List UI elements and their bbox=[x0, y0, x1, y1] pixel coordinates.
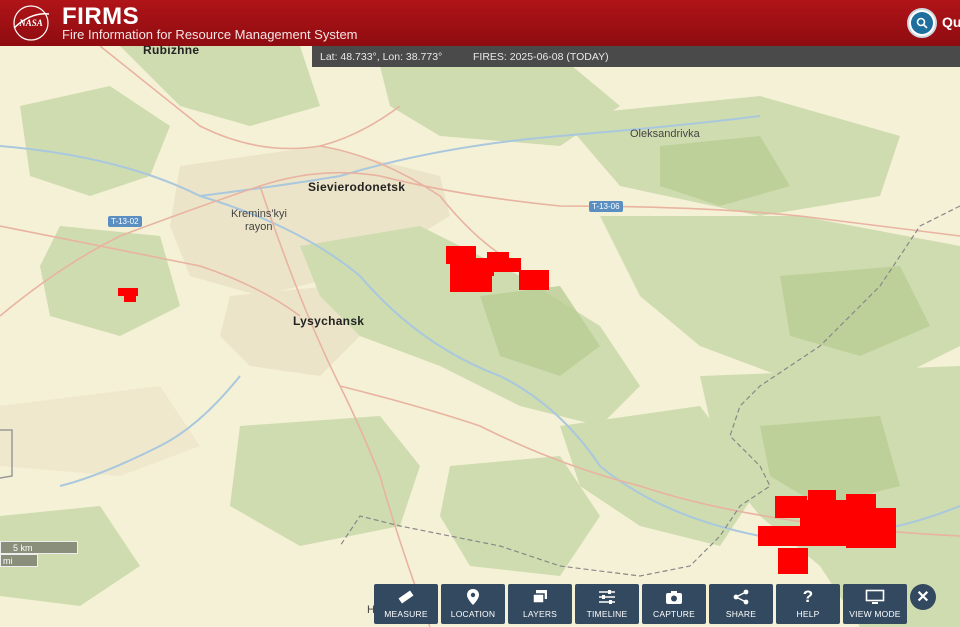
fires-date: FIRES: 2025-06-08 (TODAY) bbox=[473, 51, 609, 63]
measure-button[interactable]: MEASURE bbox=[374, 584, 438, 624]
ruler-icon bbox=[395, 588, 417, 606]
nasa-logo[interactable]: NASA bbox=[10, 4, 52, 42]
search-button[interactable] bbox=[907, 8, 937, 38]
timeline-button[interactable]: TIMELINE bbox=[575, 584, 639, 624]
layers-icon bbox=[529, 588, 551, 606]
question-icon: ? bbox=[802, 587, 814, 606]
close-toolbar-button[interactable]: ✕ bbox=[910, 584, 936, 610]
camera-icon bbox=[663, 588, 685, 606]
share-label: SHARE bbox=[725, 609, 757, 619]
map-canvas[interactable] bbox=[0, 46, 960, 627]
map-label-sievierodonetsk: Sievierodonetsk bbox=[308, 180, 406, 194]
scale-bar-km: 5 km bbox=[0, 541, 78, 554]
map-toolbar: MEASURE LOCATION LAYERS TIMELINE CAPTURE… bbox=[374, 584, 907, 624]
fire-map[interactable]: Rubizhne Oleksandrivka Sievierodonetsk K… bbox=[0, 43, 960, 627]
scale-bar-mi: mi bbox=[0, 554, 38, 567]
view-mode-button[interactable]: VIEW MODE bbox=[843, 584, 907, 624]
app-header: NASA FIRMS Fire Information for Resource… bbox=[0, 0, 960, 46]
layers-button[interactable]: LAYERS bbox=[508, 584, 572, 624]
share-button[interactable]: SHARE bbox=[709, 584, 773, 624]
map-label-kremins-2: rayon bbox=[245, 221, 273, 233]
scale-km-label: 5 km bbox=[13, 543, 33, 553]
sliders-icon bbox=[596, 588, 618, 606]
scale-mi-label: mi bbox=[3, 556, 13, 566]
coordinate-infobar: Lat: 48.733°, Lon: 38.773° FIRES: 2025-0… bbox=[312, 46, 960, 67]
timeline-label: TIMELINE bbox=[586, 609, 628, 619]
capture-label: CAPTURE bbox=[652, 609, 696, 619]
road-shield-t1302: T-13-02 bbox=[108, 216, 142, 227]
map-label-kremins-1: Kremins'kyi bbox=[231, 208, 287, 220]
coordinate-readout: Lat: 48.733°, Lon: 38.773° bbox=[320, 51, 443, 63]
location-button[interactable]: LOCATION bbox=[441, 584, 505, 624]
search-label[interactable]: Qu bbox=[942, 14, 960, 30]
help-button[interactable]: ? HELP bbox=[776, 584, 840, 624]
help-label: HELP bbox=[796, 609, 820, 619]
capture-button[interactable]: CAPTURE bbox=[642, 584, 706, 624]
app-subtitle: Fire Information for Resource Management… bbox=[62, 27, 358, 42]
map-label-oleksandrivka: Oleksandrivka bbox=[630, 128, 700, 140]
map-pin-icon bbox=[462, 588, 484, 606]
nasa-logo-text: NASA bbox=[18, 18, 43, 28]
search-icon bbox=[911, 12, 933, 34]
share-icon bbox=[730, 588, 752, 606]
map-label-lysychansk: Lysychansk bbox=[293, 314, 365, 328]
view-mode-label: VIEW MODE bbox=[849, 609, 901, 619]
layers-label: LAYERS bbox=[522, 609, 558, 619]
measure-label: MEASURE bbox=[384, 609, 428, 619]
monitor-icon bbox=[864, 588, 886, 606]
road-shield-t1306: T-13-06 bbox=[589, 201, 623, 212]
location-label: LOCATION bbox=[450, 609, 496, 619]
